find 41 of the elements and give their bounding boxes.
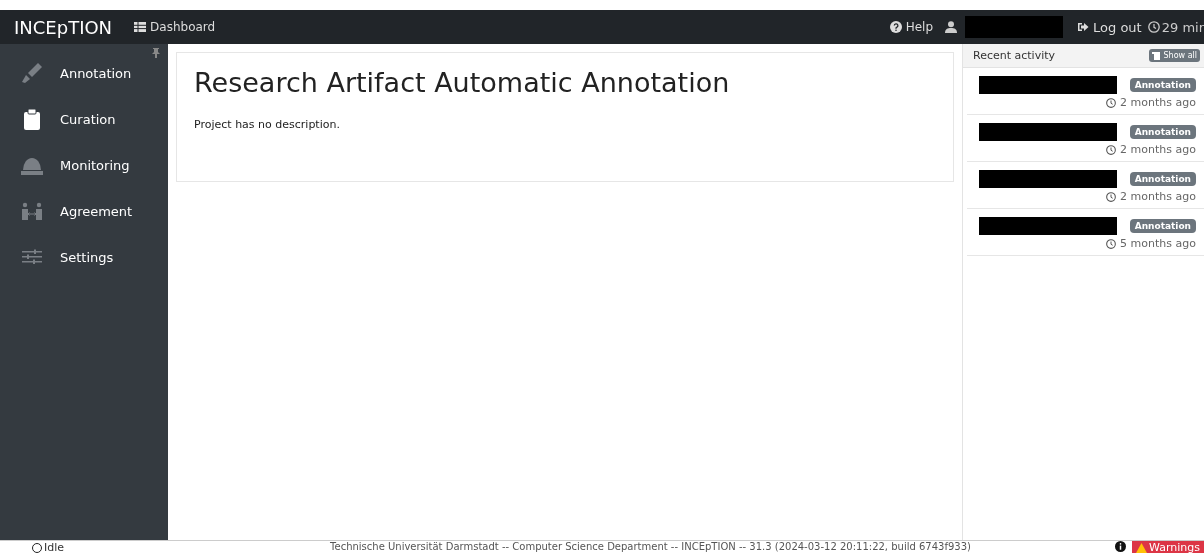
clipboard-icon [21,108,43,130]
activity-title: Recent activity [973,49,1056,62]
sidebar-item[interactable]: Settings [0,234,168,280]
pin-icon[interactable] [152,48,160,58]
project-description: Project has no description. [194,118,341,131]
marker-icon [21,62,43,84]
clock-icon [1106,97,1117,108]
logout-icon [1077,21,1090,33]
people-icon [21,200,43,222]
show-all-button[interactable]: Show all [1148,49,1200,62]
status-indicator: Idle [0,541,192,553]
activity-time: 5 months ago [1106,237,1196,250]
project-title: Research Artifact Automatic Annotation [194,67,731,98]
list-icon [1151,51,1162,60]
activity-time: 2 months ago [1106,143,1196,156]
brand-logo[interactable]: INCEpTION [14,16,113,38]
warnings-button[interactable]: Warnings [1132,541,1204,553]
annotation-badge: Annotation [1129,125,1196,139]
clock-icon [1106,191,1117,202]
annotation-badge: Annotation [1129,78,1196,92]
help-link[interactable]: Help [889,20,934,34]
user-icon [945,21,958,33]
table-icon [134,22,147,32]
info-icon[interactable] [1115,541,1127,552]
session-timer: 29 mir [1147,19,1204,35]
clock-icon [1147,21,1160,33]
annotation-badge: Annotation [1129,219,1196,233]
annotation-badge: Annotation [1129,172,1196,186]
sidebar-item[interactable]: Agreement [0,188,168,234]
footer-text: Technische Universität Darmstadt -- Computer Science Department -- INCEpTION -- 31.3 (2024-03-12 20:11:22, build 6743f933) [329,541,972,552]
sidebar-item[interactable]: Annotation [0,50,168,96]
sidebar-item[interactable]: Monitoring [0,142,168,188]
sidebar-item[interactable]: Curation [0,96,168,142]
warning-icon [1136,542,1148,553]
clock-icon [1106,238,1117,249]
activity-time: 2 months ago [1106,190,1196,203]
dashboard-link[interactable]: Dashboard [134,20,216,34]
activity-time: 2 months ago [1106,96,1196,109]
clock-icon [1106,144,1117,155]
logout-link[interactable]: Log out [1077,19,1142,35]
help-icon [889,21,902,33]
